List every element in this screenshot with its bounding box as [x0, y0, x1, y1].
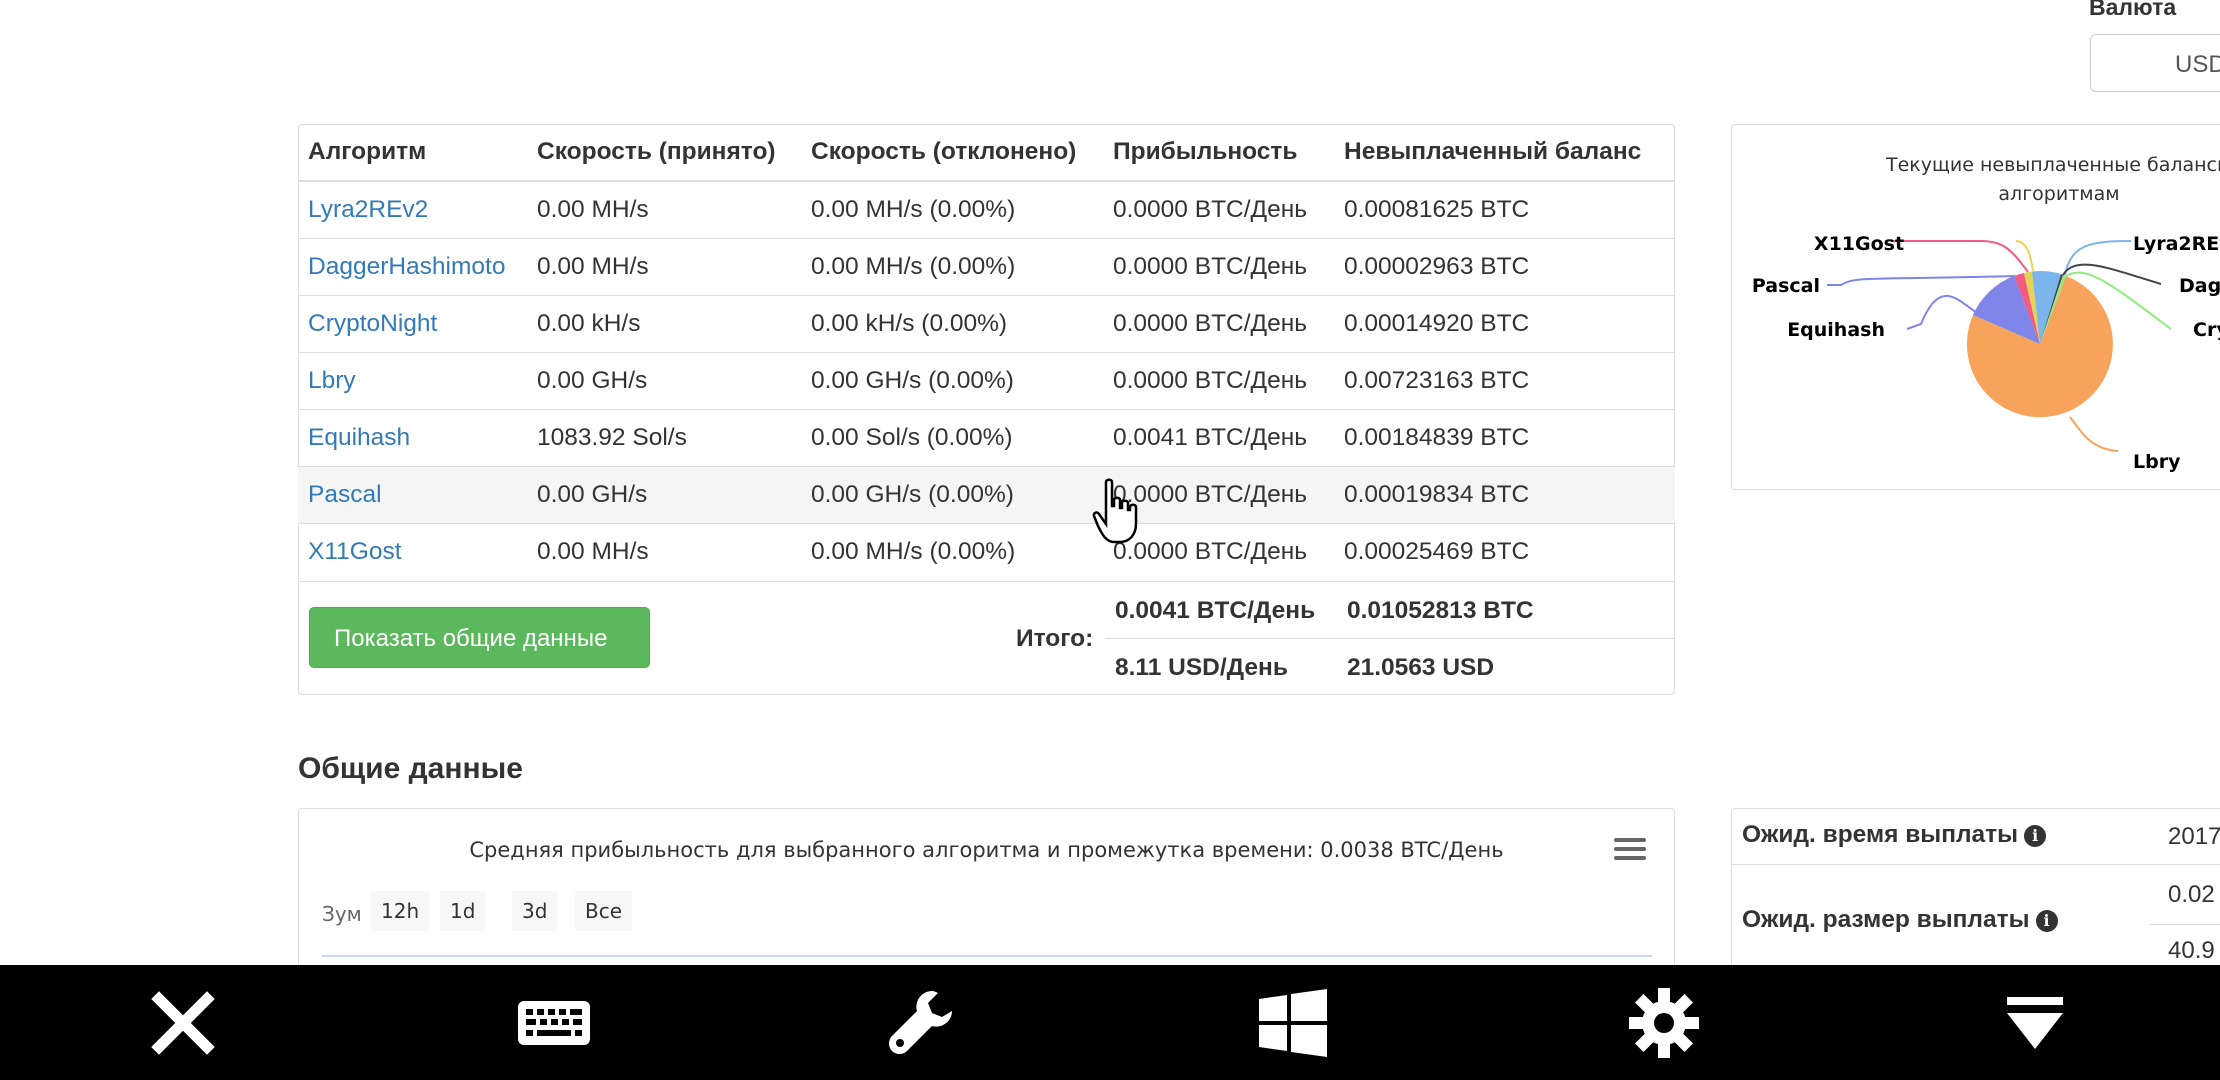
zoom-3d-button[interactable]: 3d [512, 891, 558, 931]
speed-accepted: 0.00 GH/s [527, 466, 801, 524]
zoom-12h-button[interactable]: 12h [371, 891, 430, 931]
speed-rejected: 0.00 GH/s (0.00%) [801, 352, 1103, 410]
zoom-all-button[interactable]: Все [575, 891, 633, 931]
header-unpaid-balance[interactable]: Невыплаченный баланс [1334, 124, 1675, 182]
close-icon[interactable] [143, 985, 223, 1061]
speed-rejected: 0.00 MH/s (0.00%) [801, 180, 1103, 239]
profitability: 0.0000 BTC/День [1103, 295, 1334, 353]
balance-pie-chart: Текущие невыплаченные балансы алгоритмам… [1752, 154, 2220, 473]
show-general-data-button[interactable]: Показать общие данные [309, 607, 650, 668]
profitability: 0.0000 BTC/День [1103, 352, 1334, 410]
payout-size-label: Ожид. размер выплаты i [1742, 906, 2058, 934]
table-header-row: Алгоритм Скорость (принято) Скорость (от… [298, 124, 1675, 182]
header-speed-accepted[interactable]: Скорость (принято) [527, 124, 801, 182]
table-row: CryptoNight 0.00 kH/s 0.00 kH/s (0.00%) … [298, 295, 1675, 353]
zoom-1d-button[interactable]: 1d [440, 891, 486, 931]
unpaid-balance: 0.00723163 BTC [1334, 352, 1675, 410]
unpaid-balance: 0.00081625 BTC [1334, 180, 1675, 239]
speed-rejected: 0.00 MH/s (0.00%) [801, 523, 1103, 580]
unpaid-balance: 0.00014920 BTC [1334, 295, 1675, 353]
speed-accepted: 0.00 MH/s [527, 238, 801, 296]
total-usd-profit: 8.11 USD/День [1115, 654, 1288, 681]
pie-label-dagger: Dagg [2179, 275, 2220, 297]
unpaid-balance: 0.00002963 BTC [1334, 238, 1675, 296]
pie-label-x11gost: X11Gost [1814, 233, 1904, 255]
payout-size-usd: 40.9 [2168, 937, 2215, 964]
speed-accepted: 0.00 kH/s [527, 295, 801, 353]
gear-icon[interactable] [1624, 985, 1704, 1061]
speed-rejected: 0.00 MH/s (0.00%) [801, 238, 1103, 296]
total-label: Итого: [1016, 625, 1094, 652]
currency-label: Валюта [2089, 0, 2177, 20]
total-btc-profit: 0.0041 BTC/День [1115, 597, 1316, 624]
profitability: 0.0000 BTC/День [1103, 180, 1334, 239]
currency-select[interactable]: USD [2090, 34, 2220, 92]
unpaid-balance: 0.00019834 BTC [1334, 466, 1675, 524]
speed-accepted: 0.00 GH/s [527, 352, 801, 410]
total-usd-balance: 21.0563 USD [1347, 654, 1495, 681]
algorithm-link[interactable]: DaggerHashimoto [298, 238, 527, 296]
zoom-label: Зум [322, 902, 362, 926]
unpaid-balance: 0.00025469 BTC [1334, 523, 1675, 580]
pie-label-pascal: Pascal [1752, 275, 1820, 297]
table-row: Pascal 0.00 GH/s 0.00 GH/s (0.00%) 0.000… [298, 466, 1675, 524]
totals-divider [298, 581, 1675, 582]
pie-label-equihash: Equihash [1787, 319, 1885, 341]
pie-label-crypto: Cry [2193, 319, 2220, 341]
info-icon[interactable]: i [2035, 909, 2058, 932]
profitability: 0.0000 BTC/День [1103, 238, 1334, 296]
collapse-icon[interactable] [1995, 985, 2075, 1061]
total-btc-balance: 0.01052813 BTC [1347, 597, 1534, 624]
unpaid-balance: 0.00184839 BTC [1334, 409, 1675, 467]
remote-toolbar [0, 965, 2220, 1080]
pie-title-line2: алгоритмам [1998, 183, 2119, 205]
algorithm-link[interactable]: Lyra2REv2 [298, 180, 527, 239]
algorithms-table: Алгоритм Скорость (принято) Скорость (от… [298, 124, 1675, 580]
stats-row-divider [1731, 864, 2220, 865]
chart-navigator-divider [322, 955, 1652, 957]
hand-cursor-icon [1092, 478, 1138, 544]
payout-size-btc: 0.02 [2168, 881, 2215, 908]
speed-rejected: 0.00 GH/s (0.00%) [801, 466, 1103, 524]
speed-accepted: 1083.92 Sol/s [527, 409, 801, 467]
keyboard-icon[interactable] [514, 985, 594, 1061]
table-row: Equihash 1083.92 Sol/s 0.00 Sol/s (0.00%… [298, 409, 1675, 467]
header-speed-rejected[interactable]: Скорость (отклонено) [801, 124, 1103, 182]
table-row: Lyra2REv2 0.00 MH/s 0.00 MH/s (0.00%) 0.… [298, 180, 1675, 239]
payout-time-label: Ожид. время выплаты i [1742, 821, 2047, 849]
algorithm-link[interactable]: Equihash [298, 409, 527, 467]
speed-rejected: 0.00 kH/s (0.00%) [801, 295, 1103, 353]
pie-label-lbry: Lbry [2133, 451, 2181, 473]
table-row: Lbry 0.00 GH/s 0.00 GH/s (0.00%) 0.0000 … [298, 352, 1675, 410]
algorithm-link[interactable]: Lbry [298, 352, 527, 410]
speed-rejected: 0.00 Sol/s (0.00%) [801, 409, 1103, 467]
pie-label-lyra: Lyra2REv [2133, 233, 2220, 255]
header-algorithm[interactable]: Алгоритм [298, 124, 527, 182]
algorithm-link[interactable]: X11Gost [298, 523, 527, 580]
payout-time-value: 2017 [2168, 823, 2220, 850]
speed-accepted: 0.00 MH/s [527, 180, 801, 239]
header-profitability[interactable]: Прибыльность [1103, 124, 1334, 182]
pie-title-line1: Текущие невыплаченные балансы [1885, 154, 2220, 176]
table-row: DaggerHashimoto 0.00 MH/s 0.00 MH/s (0.0… [298, 238, 1675, 296]
totals-row-divider [1105, 638, 1675, 639]
profitability: 0.0041 BTC/День [1103, 409, 1334, 467]
chart-title: Средняя прибыльность для выбранного алго… [469, 838, 1504, 862]
info-icon[interactable]: i [2024, 824, 2047, 847]
speed-accepted: 0.00 MH/s [527, 523, 801, 580]
stats-subrow-divider [2150, 924, 2220, 925]
chart-menu-icon[interactable] [1614, 838, 1646, 864]
algorithm-link[interactable]: Pascal [298, 466, 527, 524]
general-data-heading: Общие данные [298, 752, 523, 785]
windows-icon[interactable] [1253, 985, 1333, 1061]
algorithm-link[interactable]: CryptoNight [298, 295, 527, 353]
wrench-icon[interactable] [882, 985, 962, 1061]
table-row: X11Gost 0.00 MH/s 0.00 MH/s (0.00%) 0.00… [298, 523, 1675, 580]
